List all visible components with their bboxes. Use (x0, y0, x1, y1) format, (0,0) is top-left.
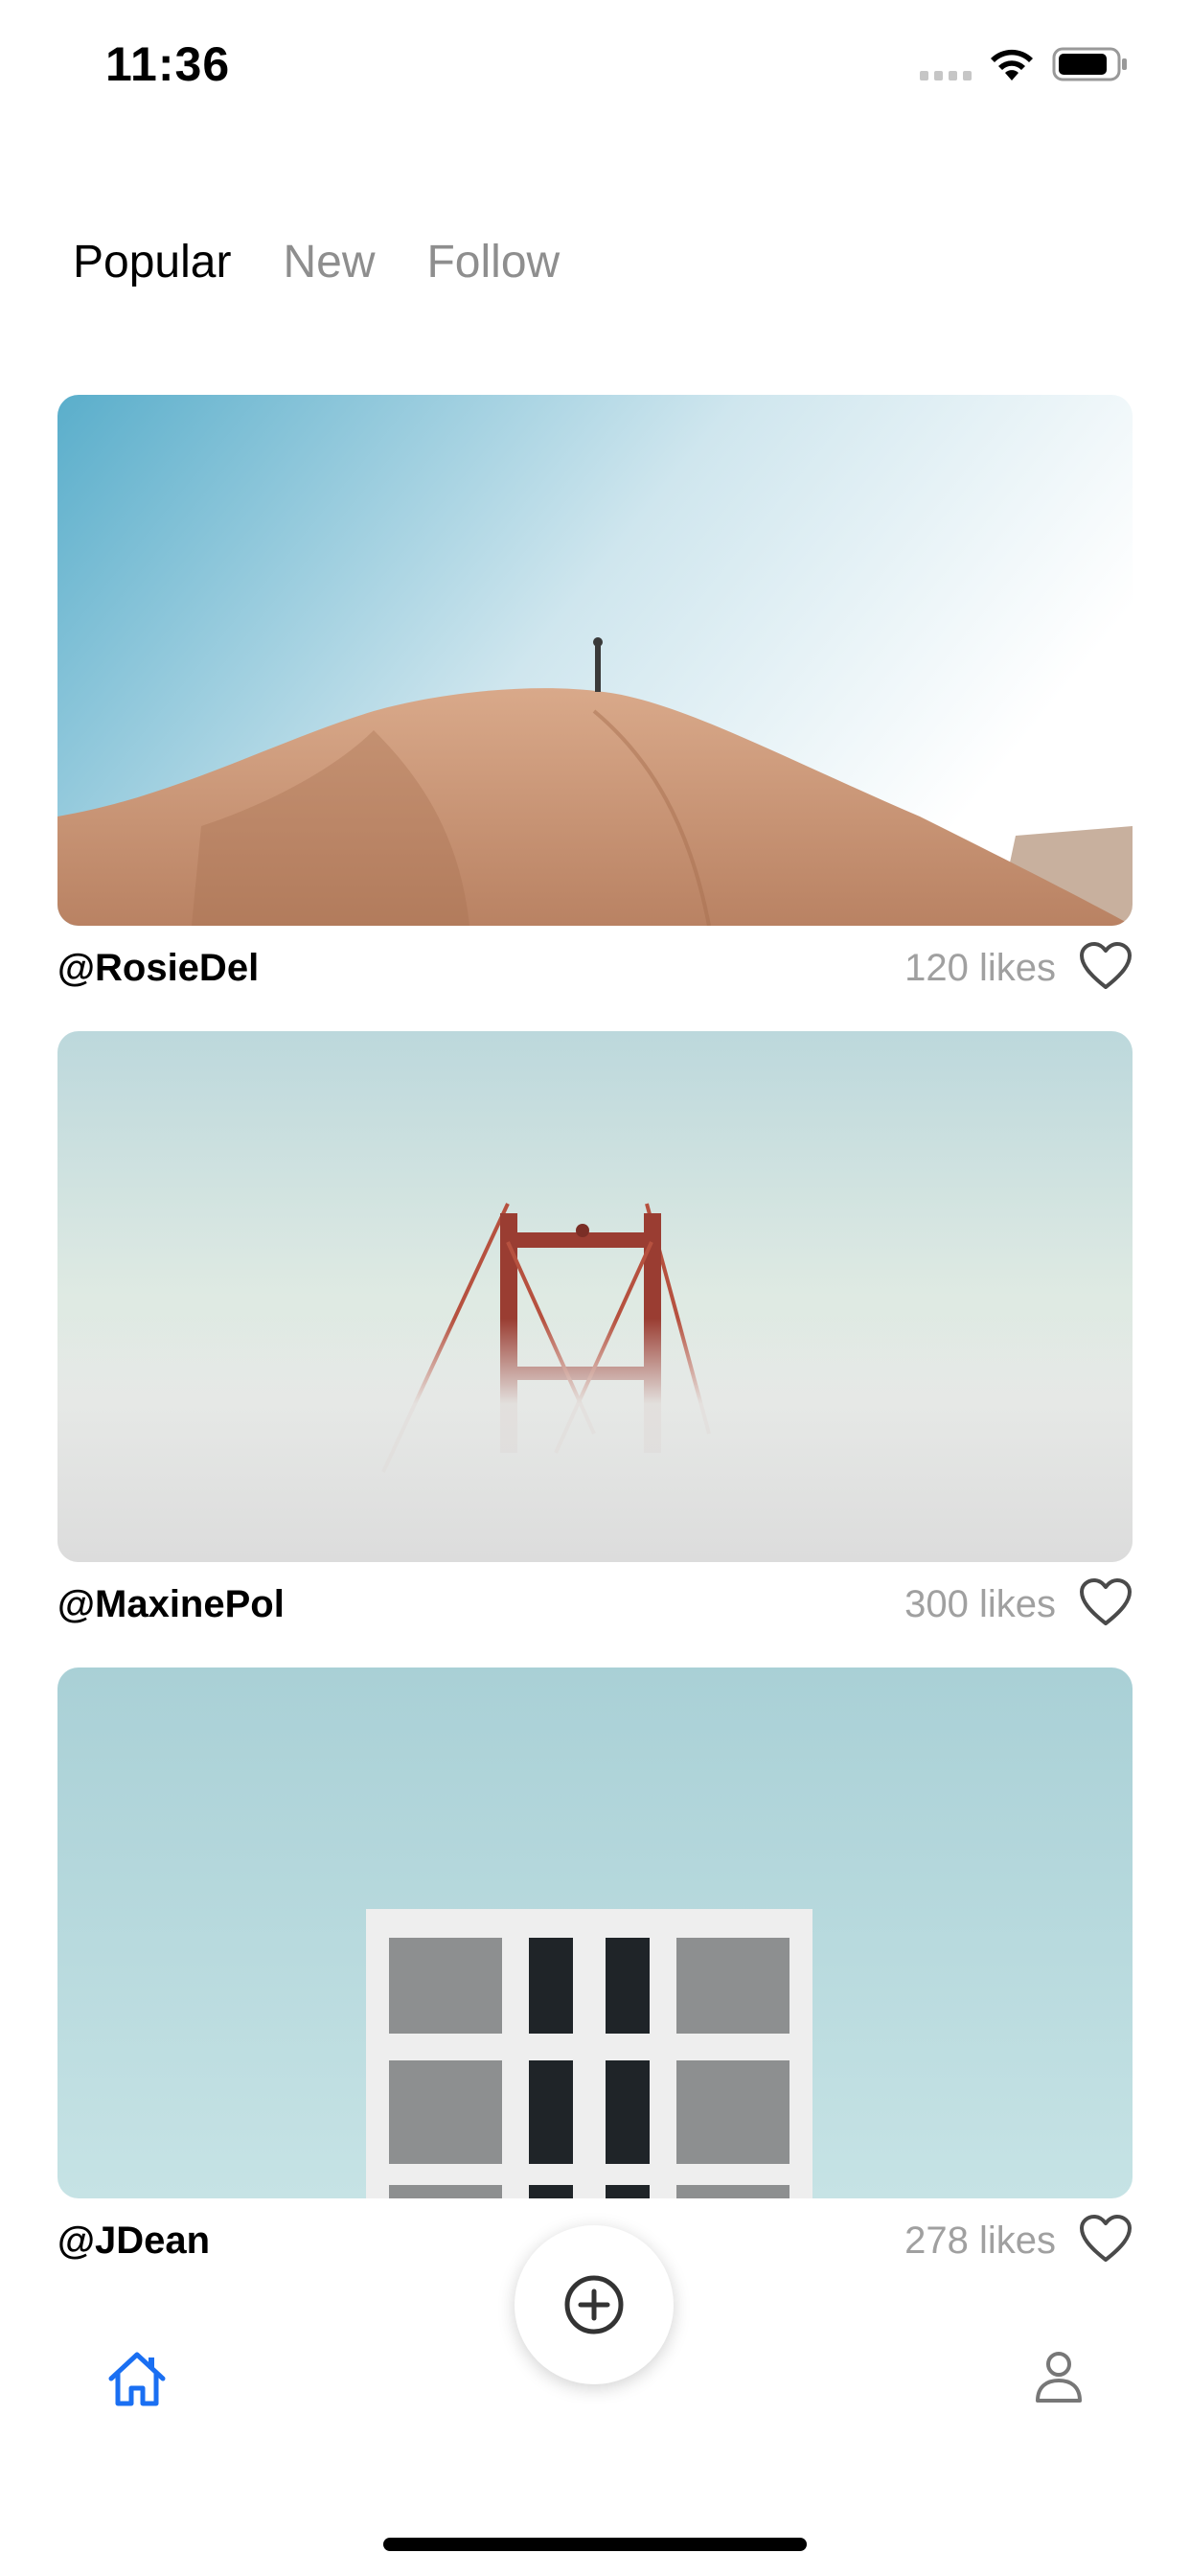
post-username[interactable]: @RosieDel (57, 947, 259, 990)
feed-tabs: Popular New Follow (73, 236, 560, 288)
post-image-building[interactable] (57, 1668, 1133, 2198)
heart-icon[interactable] (1079, 941, 1133, 991)
home-icon[interactable] (105, 2350, 169, 2407)
tab-new[interactable]: New (283, 236, 375, 288)
post-username[interactable]: @MaxinePol (57, 1583, 285, 1626)
post-likes: 278 likes (904, 2220, 1056, 2262)
add-icon (564, 2275, 624, 2334)
post-username[interactable]: @JDean (57, 2220, 210, 2263)
post-image-bridge[interactable] (57, 1031, 1133, 1562)
heart-icon[interactable] (1079, 1577, 1133, 1627)
tab-popular[interactable]: Popular (73, 236, 231, 288)
home-indicator (383, 2538, 807, 2551)
add-post-button[interactable] (515, 2225, 674, 2384)
tab-follow[interactable]: Follow (426, 236, 560, 288)
signal-dots-icon (920, 71, 972, 80)
profile-icon[interactable] (1035, 2350, 1083, 2404)
status-time: 11:36 (105, 37, 231, 91)
post-likes: 300 likes (904, 1583, 1056, 1625)
status-bar: 11:36 (0, 0, 1190, 126)
post-image-desert[interactable] (57, 395, 1133, 926)
battery-icon (1052, 47, 1127, 81)
post-meta-1: @RosieDel 120 likes (57, 941, 1133, 999)
heart-icon[interactable] (1079, 2214, 1133, 2264)
post-likes: 120 likes (904, 947, 1056, 989)
wifi-icon (991, 49, 1033, 80)
post-meta-2: @MaxinePol 300 likes (57, 1577, 1133, 1635)
